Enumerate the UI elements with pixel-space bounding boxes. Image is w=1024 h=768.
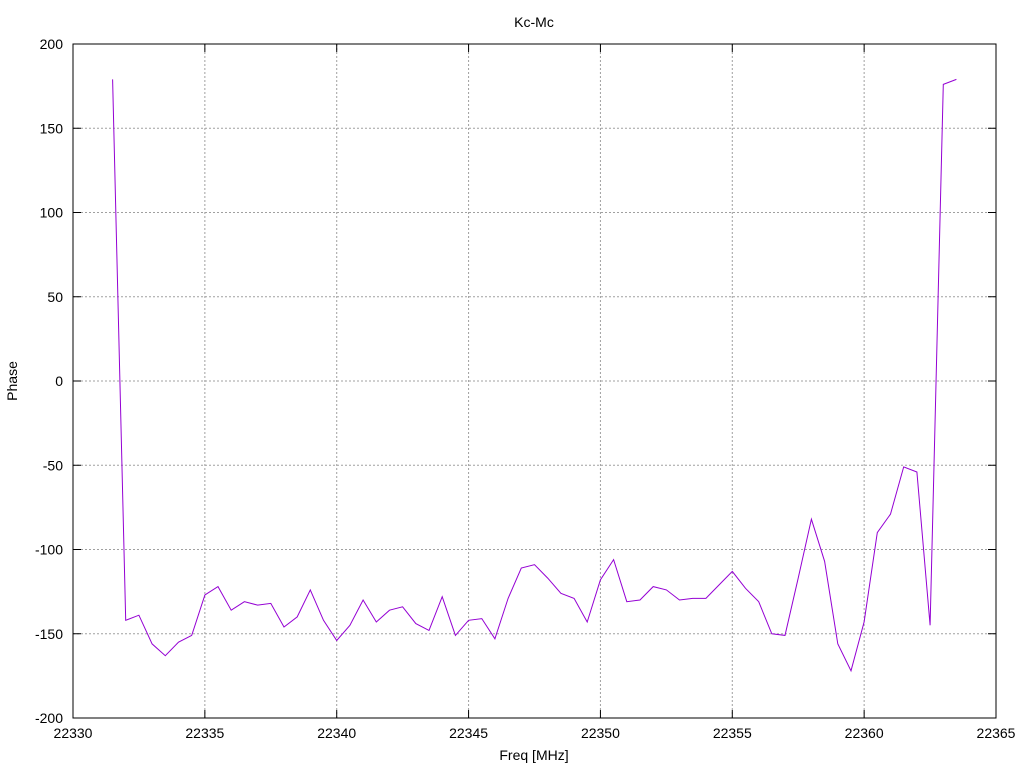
x-tick-label: 22340 — [317, 725, 356, 741]
data-point — [507, 597, 510, 600]
data-point — [929, 624, 932, 627]
y-tick-label: 50 — [47, 289, 63, 305]
data-point — [770, 632, 773, 635]
data-point — [401, 605, 404, 608]
data-point — [850, 669, 853, 672]
data-point — [625, 600, 628, 603]
data-point — [190, 634, 193, 637]
data-point — [269, 602, 272, 605]
chart-title: Kc-Mc — [514, 14, 554, 30]
data-point — [124, 619, 127, 622]
grid — [73, 44, 996, 718]
data-point — [441, 595, 444, 598]
y-axis-label: Phase — [4, 361, 20, 401]
y-tick-label: 100 — [40, 205, 64, 221]
data-point — [744, 587, 747, 590]
data-point — [164, 654, 167, 657]
data-point — [665, 588, 668, 591]
y-tick-label: 0 — [55, 373, 63, 389]
data-point — [375, 621, 378, 624]
data-point — [243, 600, 246, 603]
y-tick-label: -100 — [35, 542, 63, 558]
x-tick-label: 22350 — [581, 725, 620, 741]
data-point — [414, 622, 417, 625]
y-tick-label: 200 — [40, 36, 64, 52]
x-tick-label: 22335 — [185, 725, 224, 741]
data-point — [612, 558, 615, 561]
data-point — [757, 600, 760, 603]
data-point — [942, 83, 945, 86]
data-point — [217, 585, 220, 588]
data-point — [678, 599, 681, 602]
data-point — [652, 585, 655, 588]
data-point — [467, 619, 470, 622]
x-tick-label: 22365 — [977, 725, 1016, 741]
data-point — [151, 642, 154, 645]
data-point — [520, 567, 523, 570]
data-point — [718, 583, 721, 586]
data-point — [863, 621, 866, 624]
data-point — [902, 465, 905, 468]
data-point — [797, 577, 800, 580]
data-point — [533, 563, 536, 566]
data-point — [810, 518, 813, 521]
data-point — [546, 577, 549, 580]
data-point — [335, 639, 338, 642]
data-point — [348, 624, 351, 627]
x-tick-label: 22345 — [449, 725, 488, 741]
data-point — [573, 597, 576, 600]
y-tick-labels: 200 150 100 50 0 -50 -100 -150 -200 — [35, 36, 63, 726]
data-point — [784, 634, 787, 637]
data-point — [586, 621, 589, 624]
data-point — [915, 471, 918, 474]
x-tick-labels: 22330 22335 22340 22345 22350 22355 22360 22365 — [54, 725, 1016, 741]
data-point — [137, 614, 140, 617]
data-point — [322, 619, 325, 622]
data-point — [362, 599, 365, 602]
data-point — [955, 78, 958, 81]
data-point — [889, 513, 892, 516]
data-point — [876, 531, 879, 534]
data-point — [691, 597, 694, 600]
data-point — [309, 588, 312, 591]
data-point — [388, 609, 391, 612]
data-point — [230, 609, 233, 612]
x-tick-label: 22330 — [54, 725, 93, 741]
data-point — [296, 615, 299, 618]
y-tick-label: 150 — [40, 120, 64, 136]
data-point — [283, 626, 286, 629]
data-point — [203, 594, 206, 597]
y-tick-label: -200 — [35, 710, 63, 726]
data-point — [639, 599, 642, 602]
data-point — [599, 578, 602, 581]
data-point — [493, 637, 496, 640]
chart: 22330 22335 22340 22345 22350 22355 22360 22365… — [4, 14, 1016, 763]
data-point — [480, 617, 483, 620]
series-layer — [111, 78, 958, 673]
data-point — [823, 560, 826, 563]
data-point — [731, 570, 734, 573]
x-tick-label: 22360 — [845, 725, 884, 741]
data-point — [177, 641, 180, 644]
y-tick-label: -50 — [43, 457, 63, 473]
series-line — [112, 78, 957, 673]
data-point — [559, 592, 562, 595]
data-point — [704, 597, 707, 600]
data-point — [111, 78, 114, 81]
data-point — [454, 634, 457, 637]
y-tick-label: -150 — [35, 626, 63, 642]
data-point — [256, 604, 259, 607]
data-point — [428, 629, 431, 632]
data-point — [836, 642, 839, 645]
x-tick-label: 22355 — [713, 725, 752, 741]
x-axis-label: Freq [MHz] — [499, 747, 568, 763]
